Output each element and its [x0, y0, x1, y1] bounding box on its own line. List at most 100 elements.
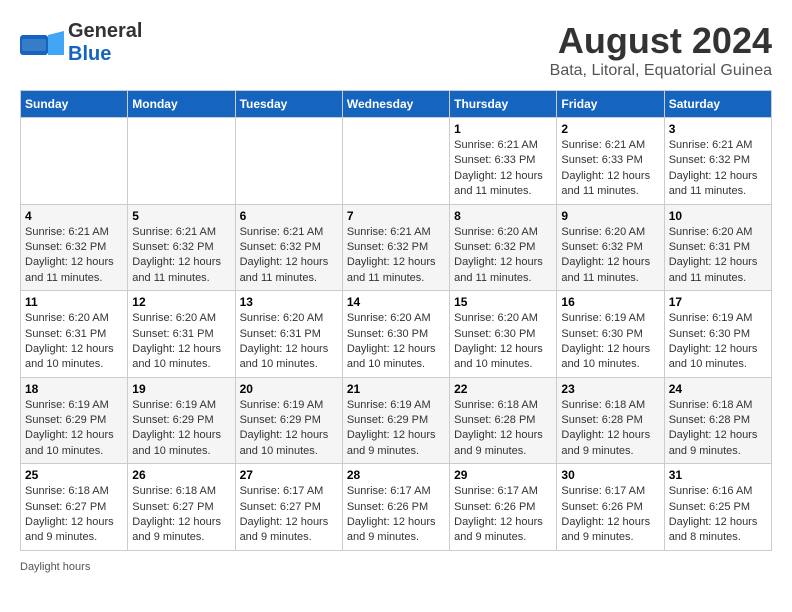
sunset-label: Sunset: 6:29 PM — [240, 414, 321, 426]
sunrise-label: Sunrise: 6:18 AM — [132, 485, 216, 497]
day-number: 26 — [132, 468, 230, 482]
sunrise-label: Sunrise: 6:19 AM — [561, 312, 645, 324]
daylight-label: Daylight: 12 hours and 11 minutes. — [561, 170, 650, 197]
calendar-cell: 23 Sunrise: 6:18 AM Sunset: 6:28 PM Dayl… — [557, 377, 664, 464]
sunset-label: Sunset: 6:28 PM — [454, 414, 535, 426]
day-info: Sunrise: 6:18 AM Sunset: 6:28 PM Dayligh… — [454, 398, 552, 460]
daylight-label: Daylight: 12 hours and 9 minutes. — [25, 516, 114, 543]
sunrise-label: Sunrise: 6:19 AM — [347, 399, 431, 411]
day-number: 30 — [561, 468, 659, 482]
sunset-label: Sunset: 6:28 PM — [561, 414, 642, 426]
calendar-cell: 30 Sunrise: 6:17 AM Sunset: 6:26 PM Dayl… — [557, 464, 664, 551]
logo-blue: Blue — [68, 43, 111, 65]
sunrise-label: Sunrise: 6:20 AM — [240, 312, 324, 324]
day-info: Sunrise: 6:18 AM Sunset: 6:28 PM Dayligh… — [669, 398, 767, 460]
logo: General Blue — [20, 20, 142, 66]
sunrise-label: Sunrise: 6:21 AM — [347, 226, 431, 238]
calendar-cell — [342, 118, 449, 205]
daylight-label: Daylight: 12 hours and 10 minutes. — [240, 429, 329, 456]
sunset-label: Sunset: 6:32 PM — [669, 154, 750, 166]
day-info: Sunrise: 6:18 AM Sunset: 6:28 PM Dayligh… — [561, 398, 659, 460]
sunset-label: Sunset: 6:32 PM — [240, 241, 321, 253]
calendar-cell: 24 Sunrise: 6:18 AM Sunset: 6:28 PM Dayl… — [664, 377, 771, 464]
day-number: 20 — [240, 382, 338, 396]
sunrise-label: Sunrise: 6:21 AM — [561, 139, 645, 151]
sunset-label: Sunset: 6:31 PM — [240, 328, 321, 340]
day-number: 2 — [561, 122, 659, 136]
daylight-label: Daylight hours — [20, 561, 90, 573]
day-info: Sunrise: 6:19 AM Sunset: 6:30 PM Dayligh… — [669, 311, 767, 373]
sunset-label: Sunset: 6:26 PM — [347, 501, 428, 513]
sunrise-label: Sunrise: 6:19 AM — [669, 312, 753, 324]
calendar-cell: 21 Sunrise: 6:19 AM Sunset: 6:29 PM Dayl… — [342, 377, 449, 464]
sunrise-label: Sunrise: 6:21 AM — [132, 226, 216, 238]
sunset-label: Sunset: 6:32 PM — [347, 241, 428, 253]
calendar-header-tuesday: Tuesday — [235, 91, 342, 118]
sunset-label: Sunset: 6:32 PM — [132, 241, 213, 253]
page-subtitle: Bata, Litoral, Equatorial Guinea — [550, 62, 772, 80]
sunset-label: Sunset: 6:33 PM — [561, 154, 642, 166]
calendar-cell: 13 Sunrise: 6:20 AM Sunset: 6:31 PM Dayl… — [235, 291, 342, 378]
day-info: Sunrise: 6:21 AM Sunset: 6:32 PM Dayligh… — [25, 225, 123, 287]
calendar-cell: 14 Sunrise: 6:20 AM Sunset: 6:30 PM Dayl… — [342, 291, 449, 378]
sunset-label: Sunset: 6:32 PM — [25, 241, 106, 253]
calendar-cell: 6 Sunrise: 6:21 AM Sunset: 6:32 PM Dayli… — [235, 204, 342, 291]
calendar-cell: 9 Sunrise: 6:20 AM Sunset: 6:32 PM Dayli… — [557, 204, 664, 291]
daylight-label: Daylight: 12 hours and 11 minutes. — [669, 256, 758, 283]
day-info: Sunrise: 6:21 AM Sunset: 6:33 PM Dayligh… — [454, 138, 552, 200]
calendar-cell: 4 Sunrise: 6:21 AM Sunset: 6:32 PM Dayli… — [21, 204, 128, 291]
day-info: Sunrise: 6:18 AM Sunset: 6:27 PM Dayligh… — [25, 484, 123, 546]
day-number: 22 — [454, 382, 552, 396]
daylight-label: Daylight: 12 hours and 9 minutes. — [669, 429, 758, 456]
daylight-label: Daylight: 12 hours and 11 minutes. — [669, 170, 758, 197]
day-number: 21 — [347, 382, 445, 396]
sunset-label: Sunset: 6:30 PM — [454, 328, 535, 340]
day-number: 5 — [132, 209, 230, 223]
calendar-cell: 5 Sunrise: 6:21 AM Sunset: 6:32 PM Dayli… — [128, 204, 235, 291]
sunrise-label: Sunrise: 6:17 AM — [454, 485, 538, 497]
sunset-label: Sunset: 6:28 PM — [669, 414, 750, 426]
calendar-cell: 18 Sunrise: 6:19 AM Sunset: 6:29 PM Dayl… — [21, 377, 128, 464]
sunrise-label: Sunrise: 6:20 AM — [561, 226, 645, 238]
day-number: 1 — [454, 122, 552, 136]
day-number: 8 — [454, 209, 552, 223]
calendar-header-saturday: Saturday — [664, 91, 771, 118]
sunrise-label: Sunrise: 6:18 AM — [25, 485, 109, 497]
sunset-label: Sunset: 6:26 PM — [561, 501, 642, 513]
day-number: 18 — [25, 382, 123, 396]
sunrise-label: Sunrise: 6:16 AM — [669, 485, 753, 497]
daylight-label: Daylight: 12 hours and 10 minutes. — [454, 343, 543, 370]
day-info: Sunrise: 6:19 AM Sunset: 6:29 PM Dayligh… — [25, 398, 123, 460]
calendar-cell: 27 Sunrise: 6:17 AM Sunset: 6:27 PM Dayl… — [235, 464, 342, 551]
sunset-label: Sunset: 6:25 PM — [669, 501, 750, 513]
calendar-cell: 10 Sunrise: 6:20 AM Sunset: 6:31 PM Dayl… — [664, 204, 771, 291]
sunset-label: Sunset: 6:29 PM — [132, 414, 213, 426]
day-number: 25 — [25, 468, 123, 482]
sunset-label: Sunset: 6:31 PM — [669, 241, 750, 253]
daylight-label: Daylight: 12 hours and 9 minutes. — [561, 429, 650, 456]
day-info: Sunrise: 6:17 AM Sunset: 6:26 PM Dayligh… — [561, 484, 659, 546]
sunset-label: Sunset: 6:32 PM — [561, 241, 642, 253]
calendar-cell: 17 Sunrise: 6:19 AM Sunset: 6:30 PM Dayl… — [664, 291, 771, 378]
day-number: 27 — [240, 468, 338, 482]
calendar-cell: 11 Sunrise: 6:20 AM Sunset: 6:31 PM Dayl… — [21, 291, 128, 378]
daylight-label: Daylight: 12 hours and 11 minutes. — [132, 256, 221, 283]
day-number: 6 — [240, 209, 338, 223]
day-number: 29 — [454, 468, 552, 482]
sunrise-label: Sunrise: 6:21 AM — [454, 139, 538, 151]
calendar-cell: 22 Sunrise: 6:18 AM Sunset: 6:28 PM Dayl… — [450, 377, 557, 464]
day-info: Sunrise: 6:19 AM Sunset: 6:29 PM Dayligh… — [347, 398, 445, 460]
calendar-cell: 7 Sunrise: 6:21 AM Sunset: 6:32 PM Dayli… — [342, 204, 449, 291]
calendar-cell: 15 Sunrise: 6:20 AM Sunset: 6:30 PM Dayl… — [450, 291, 557, 378]
sunset-label: Sunset: 6:30 PM — [669, 328, 750, 340]
sunset-label: Sunset: 6:33 PM — [454, 154, 535, 166]
daylight-label: Daylight: 12 hours and 11 minutes. — [454, 170, 543, 197]
day-number: 11 — [25, 295, 123, 309]
day-number: 7 — [347, 209, 445, 223]
day-info: Sunrise: 6:20 AM Sunset: 6:31 PM Dayligh… — [669, 225, 767, 287]
page-title: August 2024 — [550, 20, 772, 62]
daylight-label: Daylight: 12 hours and 11 minutes. — [240, 256, 329, 283]
calendar-cell: 19 Sunrise: 6:19 AM Sunset: 6:29 PM Dayl… — [128, 377, 235, 464]
day-number: 13 — [240, 295, 338, 309]
sunrise-label: Sunrise: 6:20 AM — [454, 312, 538, 324]
